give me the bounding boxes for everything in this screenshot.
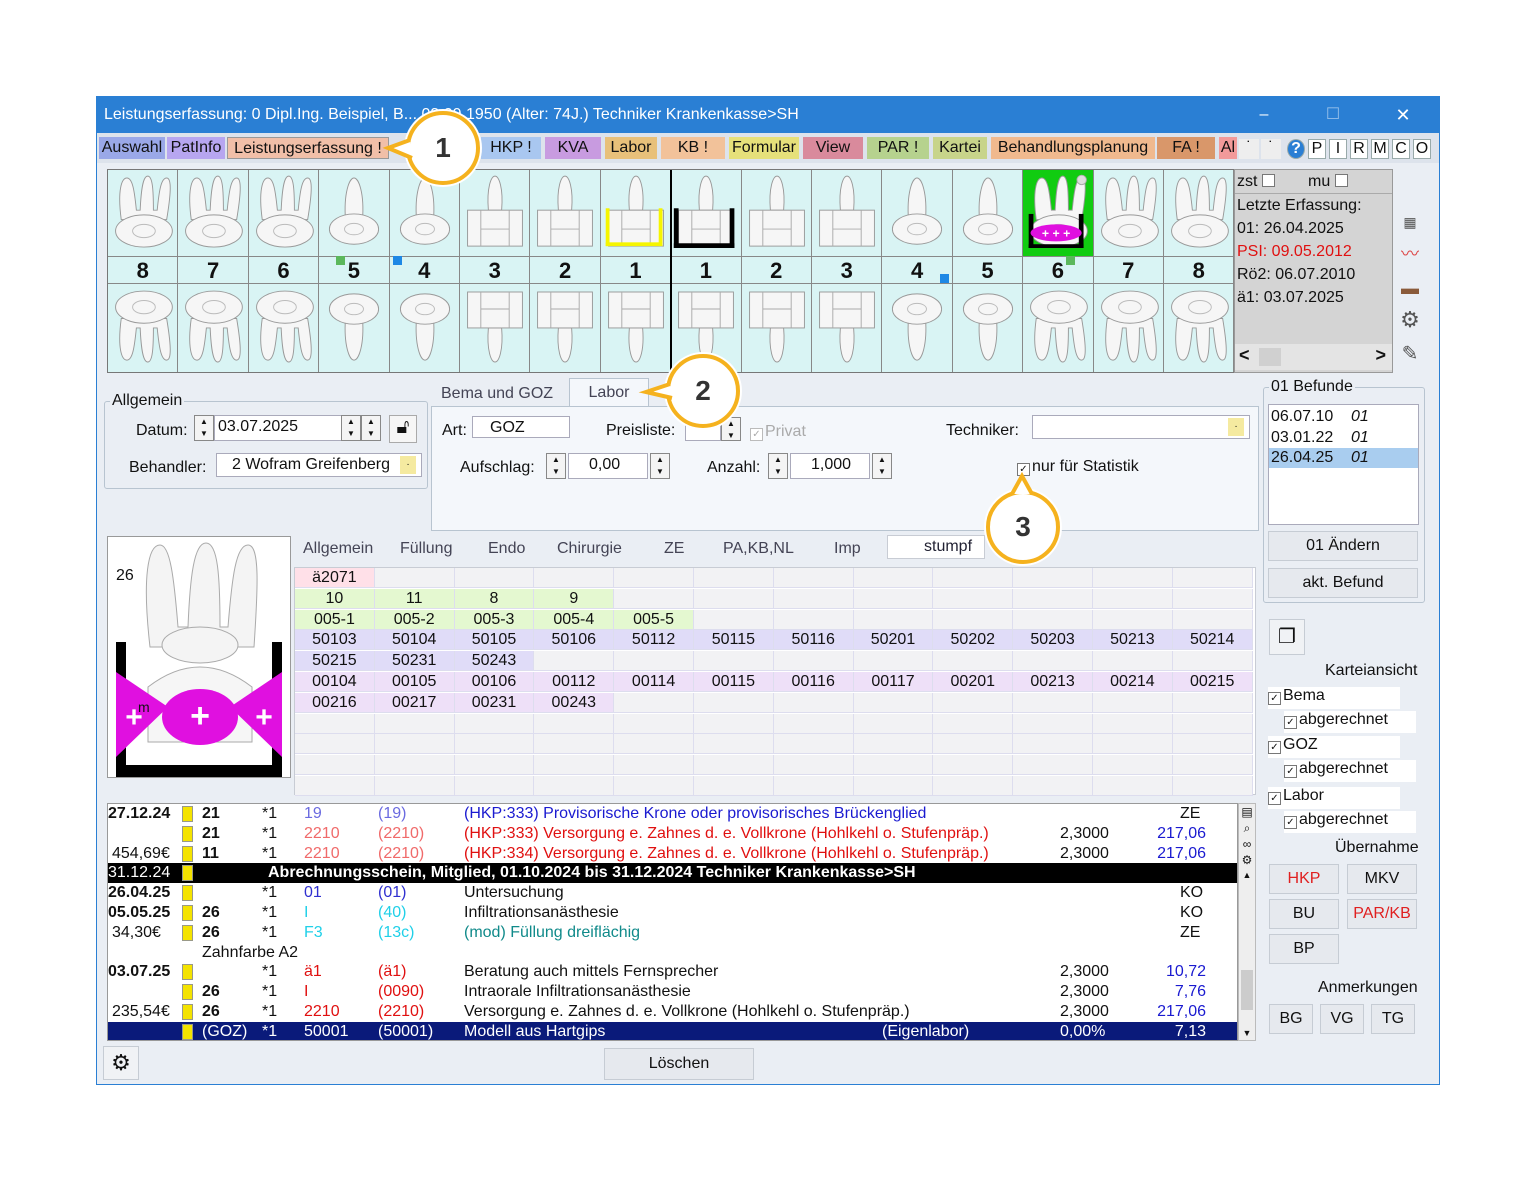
callout-pointers (382, 138, 1034, 495)
